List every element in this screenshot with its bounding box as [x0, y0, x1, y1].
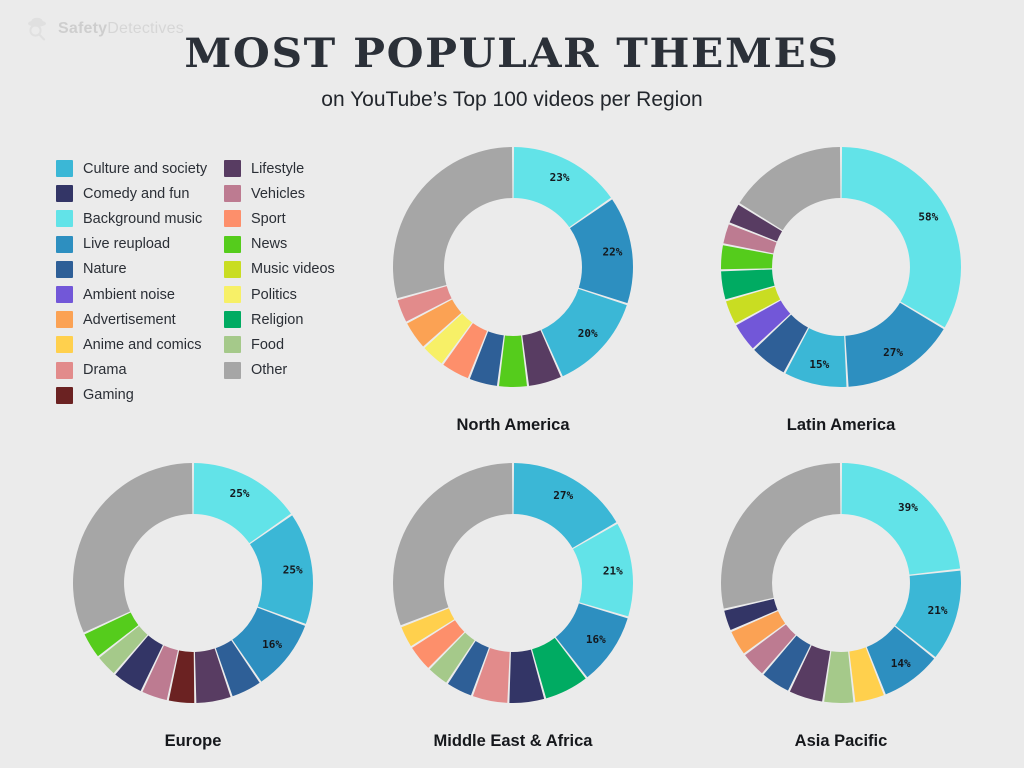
legend-swatch [224, 210, 241, 228]
pie-slice-news[interactable] [498, 335, 528, 387]
slice-percent-label: 27% [883, 346, 903, 359]
legend-item-gaming[interactable]: Gaming [56, 383, 224, 408]
donut-svg: 58% 27% 15% [721, 147, 961, 387]
legend: Culture and society Comedy and fun Backgro… [56, 156, 335, 408]
slice-percent-label: 16% [586, 633, 606, 646]
legend-item-ambient-noise[interactable]: Ambient noise [56, 282, 224, 307]
legend-item-label: Religion [251, 311, 304, 328]
slice-percent-label: 39% [898, 501, 918, 514]
legend-item-label: Anime and comics [83, 336, 202, 353]
pie-slice-other[interactable] [721, 463, 841, 609]
donut-svg: 39% 21% 14% [721, 463, 961, 703]
slice-percent-label: 25% [283, 563, 303, 576]
legend-item-vehicles[interactable]: Vehicles [224, 181, 335, 206]
legend-item-label: Lifestyle [251, 160, 305, 177]
slice-percent-label: 15% [809, 358, 829, 371]
legend-item-label: Food [251, 336, 285, 353]
legend-item-sport[interactable]: Sport [224, 206, 335, 231]
legend-item-live-reupload[interactable]: Live reupload [56, 232, 224, 257]
legend-item-background-music[interactable]: Background music [56, 206, 224, 231]
slice-percent-label: 16% [262, 638, 282, 651]
legend-item-label: Comedy and fun [83, 185, 190, 202]
legend-swatch [224, 235, 241, 253]
legend-item-label: Live reupload [83, 236, 171, 253]
donut-svg: 23% 22% 20% [393, 147, 633, 387]
pie-slice-background-music[interactable] [841, 463, 961, 575]
donut-svg: 27% 21% 16% [393, 463, 633, 703]
legend-column-2: Lifestyle Vehicles Sport News Music videos Po… [224, 156, 335, 408]
legend-item-lifestyle[interactable]: Lifestyle [224, 156, 335, 181]
donut-chart-europe: 25% 25% 16% Europe [72, 462, 314, 750]
legend-item-other[interactable]: Other [224, 358, 335, 383]
legend-item-label: Vehicles [251, 185, 306, 202]
chart-region-label: Asia Pacific [794, 732, 888, 750]
donut-chart-north-america: 23% 22% 20% North America [392, 146, 634, 434]
legend-item-label: Ambient noise [83, 286, 175, 303]
page-title: MOST POPULAR THEMES [184, 30, 840, 77]
legend-swatch [56, 336, 73, 354]
legend-item-food[interactable]: Food [224, 332, 335, 357]
legend-item-anime-and-comics[interactable]: Anime and comics [56, 332, 224, 357]
legend-swatch [56, 260, 73, 278]
legend-item-label: Advertisement [83, 311, 176, 328]
legend-item-label: Culture and society [83, 160, 208, 177]
legend-swatch [56, 386, 73, 404]
donut-svg: 25% 25% 16% [72, 463, 313, 703]
pie-slice-other[interactable] [393, 147, 513, 299]
legend-item-nature[interactable]: Nature [56, 257, 224, 282]
legend-swatch [224, 185, 241, 203]
pie-slice-other[interactable] [72, 463, 193, 633]
donut-chart-middle-east-africa: 27% 21% 16% Middle East & Africa [392, 462, 634, 750]
legend-item-label: Other [251, 362, 288, 379]
legend-item-label: Politics [251, 286, 297, 303]
legend-item-label: Music videos [251, 261, 335, 278]
legend-item-label: Sport [251, 210, 286, 227]
slice-percent-label: 23% [550, 171, 570, 184]
chart-region-label: North America [456, 416, 570, 434]
pie-slice-other[interactable] [393, 463, 513, 626]
legend-item-religion[interactable]: Religion [224, 307, 335, 332]
legend-swatch [56, 311, 73, 329]
legend-item-advertisement[interactable]: Advertisement [56, 307, 224, 332]
legend-item-label: Background music [83, 210, 203, 227]
slice-percent-label: 21% [928, 604, 948, 617]
donut-chart-asia-pacific: 39% 21% 14% Asia Pacific [720, 462, 962, 750]
slice-percent-label: 27% [553, 489, 573, 502]
legend-swatch [56, 210, 73, 228]
legend-swatch [56, 185, 73, 203]
chart-region-label: Latin America [786, 416, 896, 434]
pie-slice-background-music[interactable] [841, 147, 961, 328]
legend-item-label: News [251, 236, 288, 253]
legend-item-news[interactable]: News [224, 232, 335, 257]
legend-swatch [224, 160, 241, 178]
legend-swatch [56, 235, 73, 253]
legend-swatch [56, 286, 73, 304]
legend-swatch [56, 160, 73, 178]
legend-swatch [56, 361, 73, 379]
legend-item-label: Gaming [83, 387, 134, 404]
legend-swatch [224, 361, 241, 379]
legend-column-1: Culture and society Comedy and fun Backgro… [56, 156, 224, 408]
legend-item-comedy-and-fun[interactable]: Comedy and fun [56, 181, 224, 206]
legend-item-music-videos[interactable]: Music videos [224, 257, 335, 282]
slice-percent-label: 22% [602, 245, 622, 258]
slice-percent-label: 21% [603, 564, 623, 577]
chart-region-label: Middle East & Africa [433, 732, 593, 750]
slice-percent-label: 14% [891, 657, 911, 670]
legend-item-drama[interactable]: Drama [56, 358, 224, 383]
donut-chart-latin-america: 58% 27% 15% Latin America [720, 146, 962, 434]
legend-swatch [224, 286, 241, 304]
legend-item-label: Nature [83, 261, 127, 278]
slice-percent-label: 20% [578, 327, 598, 340]
legend-item-label: Drama [83, 362, 127, 379]
legend-item-culture-and-society[interactable]: Culture and society [56, 156, 224, 181]
legend-item-politics[interactable]: Politics [224, 282, 335, 307]
chart-region-label: Europe [164, 732, 222, 750]
legend-swatch [224, 260, 241, 278]
legend-swatch [224, 336, 241, 354]
slice-percent-label: 58% [918, 210, 938, 223]
page-subtitle: on YouTube’s Top 100 videos per Region [321, 88, 703, 111]
slice-percent-label: 25% [230, 487, 250, 500]
legend-swatch [224, 311, 241, 329]
